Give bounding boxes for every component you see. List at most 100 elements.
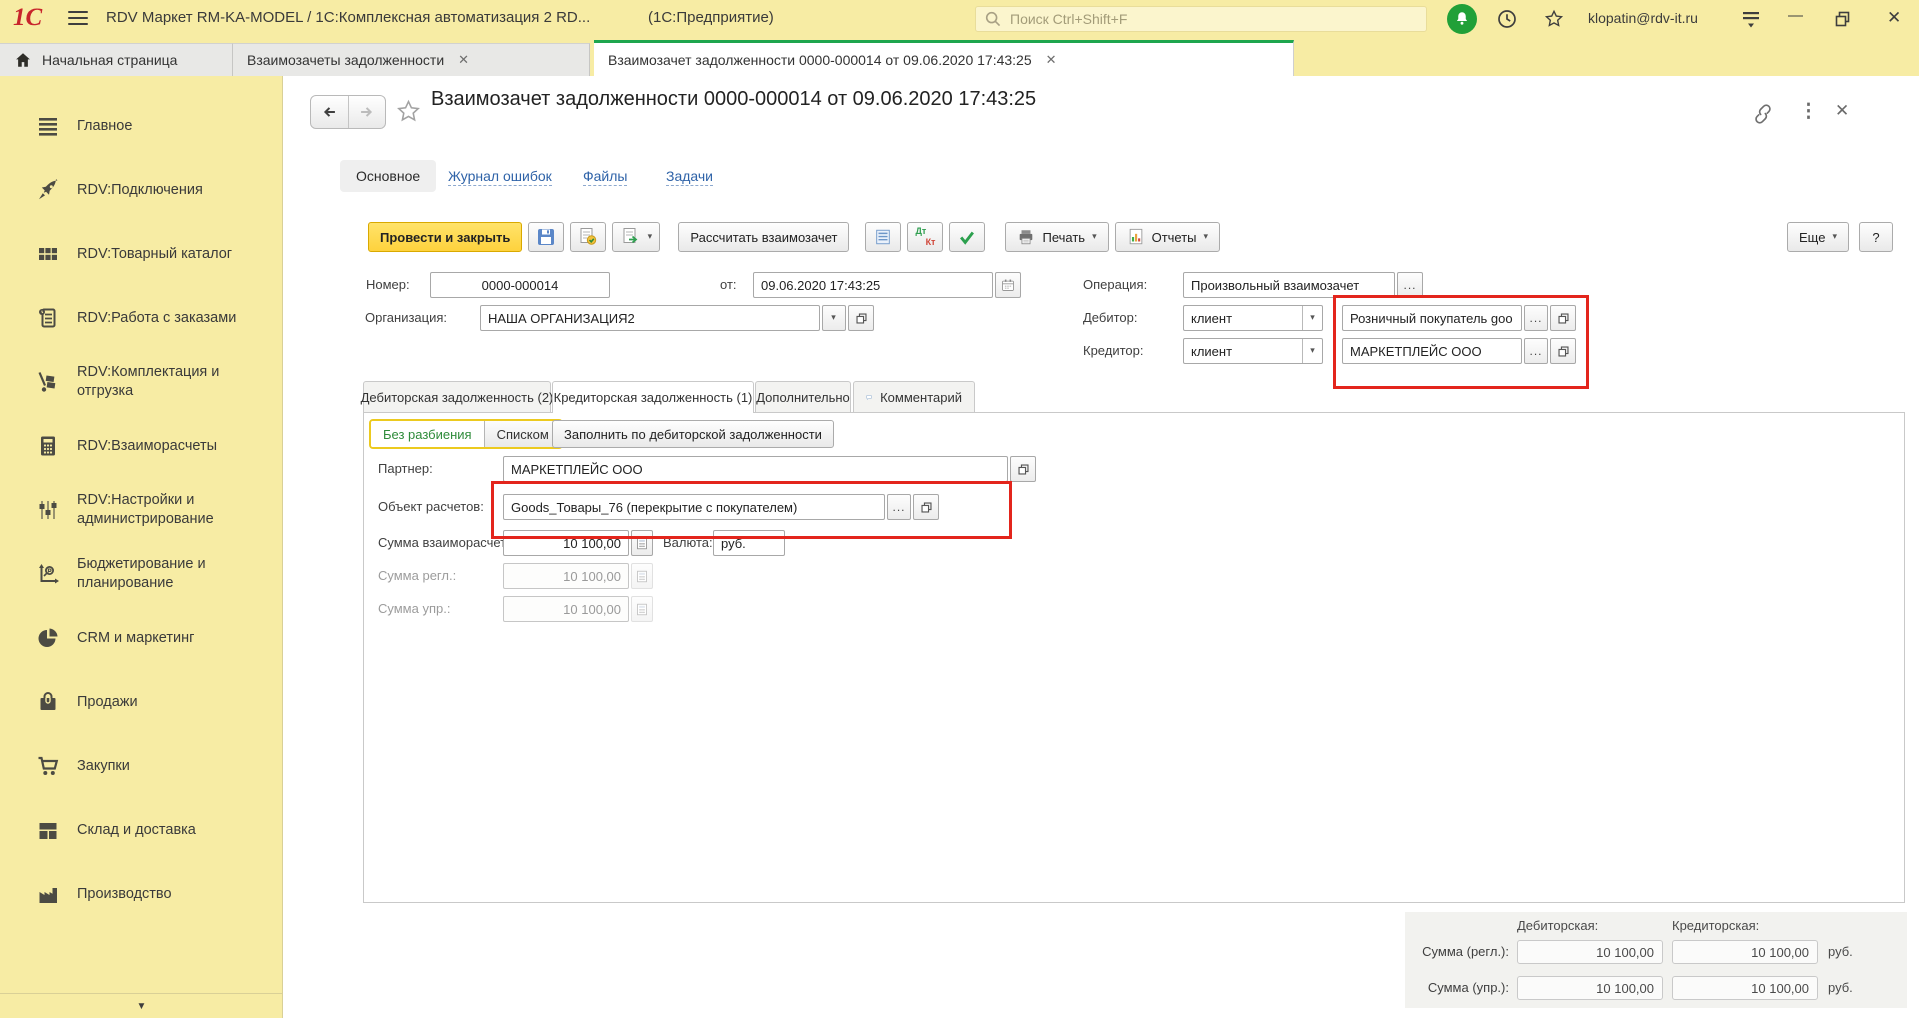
- summary-reg-receivable: 10 100,00: [1517, 940, 1663, 964]
- settlement-object-input[interactable]: Goods_Товары_76 (перекрытие с покупателе…: [503, 494, 885, 520]
- calculate-offset-button[interactable]: Рассчитать взаимозачет: [678, 222, 850, 252]
- search-input[interactable]: Поиск Ctrl+Shift+F: [975, 6, 1427, 32]
- hamburger-menu-icon[interactable]: [68, 11, 88, 28]
- organization-dropdown-button[interactable]: ▾: [822, 305, 846, 331]
- organization-input[interactable]: НАША ОРГАНИЗАЦИЯ2: [480, 305, 820, 331]
- sidebar-item-production[interactable]: Производство: [0, 862, 282, 926]
- sidebar-item-purchases[interactable]: Закупки: [0, 734, 282, 798]
- partner-label: Партнер:: [378, 461, 433, 476]
- debtor-kind-combo[interactable]: клиент ▾: [1183, 305, 1323, 331]
- number-input[interactable]: 0000-000014: [430, 272, 610, 298]
- currency-label: Валюта:: [663, 535, 713, 550]
- currency-input[interactable]: руб.: [713, 530, 785, 556]
- tab-offset-document[interactable]: Взаимозачет задолженности 0000-000014 от…: [594, 40, 1294, 76]
- document-movements-button[interactable]: Дт Кт: [907, 222, 944, 252]
- history-button[interactable]: [1496, 8, 1518, 30]
- pie-chart-icon: [36, 626, 60, 650]
- organization-open-button[interactable]: [848, 305, 874, 331]
- main-menu-button[interactable]: [1740, 9, 1762, 29]
- notifications-button[interactable]: [1447, 4, 1477, 34]
- nav-link-error-log[interactable]: Журнал ошибок: [448, 168, 552, 186]
- list-icon: [876, 229, 891, 245]
- debtor-value-input[interactable]: Розничный покупатель goo: [1342, 305, 1522, 331]
- fill-from-receivable-button[interactable]: Заполнить по дебиторской задолженности: [552, 420, 834, 448]
- creditor-value-input[interactable]: МАРКЕТПЛЕЙС ООО: [1342, 338, 1522, 364]
- sidebar-item-budgeting[interactable]: Бюджетирование и планирование: [0, 542, 282, 606]
- sidebar-item-sales[interactable]: Продажи: [0, 670, 282, 734]
- caret-down-icon: ▾: [1203, 232, 1209, 242]
- sidebar-item-label: RDV:Подключения: [77, 181, 203, 198]
- sidebar-item-rdv-catalog[interactable]: RDV:Товарный каталог: [0, 222, 282, 286]
- date-input[interactable]: 09.06.2020 17:43:25: [753, 272, 993, 298]
- sidebar-item-rdv-shipping[interactable]: RDV:Комплектация и отгрузка: [0, 350, 282, 414]
- settlement-select-button[interactable]: ...: [887, 494, 911, 520]
- creditor-select-button[interactable]: ...: [1524, 338, 1548, 364]
- tab-comment[interactable]: Комментарий: [853, 381, 975, 412]
- amount-input[interactable]: 10 100,00: [503, 530, 629, 556]
- caret-down-icon[interactable]: ▾: [1302, 339, 1322, 363]
- tab-additional[interactable]: Дополнительно: [755, 381, 851, 412]
- favorite-star-button[interactable]: [395, 98, 422, 125]
- restore-button[interactable]: [1833, 9, 1853, 29]
- sections-sidebar: Главное RDV:Подключения RDV:Товарный кат…: [0, 76, 283, 1018]
- post-options-button[interactable]: ▾: [612, 222, 661, 252]
- forward-button[interactable]: [347, 96, 386, 128]
- debtor-select-button[interactable]: ...: [1524, 305, 1548, 331]
- operation-input[interactable]: Произвольный взаимозачет: [1183, 272, 1395, 298]
- back-button[interactable]: [311, 96, 348, 128]
- close-tab-icon[interactable]: ✕: [1046, 52, 1057, 68]
- favorites-button[interactable]: [1543, 8, 1565, 30]
- summary-mgr-receivable: 10 100,00: [1517, 976, 1663, 1000]
- tab-receivable-debt[interactable]: Дебиторская задолженность (2): [361, 381, 553, 412]
- sidebar-item-rdv-settlements[interactable]: RDV:Взаиморасчеты: [0, 414, 282, 478]
- caret-down-icon[interactable]: ▾: [1302, 306, 1322, 330]
- close-form-button[interactable]: ✕: [1835, 101, 1849, 121]
- post-document-icon: [580, 228, 597, 245]
- get-link-button[interactable]: [1752, 103, 1774, 125]
- sidebar-item-warehouse[interactable]: Склад и доставка: [0, 798, 282, 862]
- tab-payable-debt[interactable]: Кредиторская задолженность (1): [552, 381, 754, 413]
- amount-calculator-button[interactable]: [631, 530, 653, 556]
- more-menu-kebab[interactable]: ⋮: [1799, 100, 1818, 123]
- sidebar-item-label: RDV:Товарный каталог: [77, 245, 233, 262]
- post-and-close-button[interactable]: Провести и закрыть: [368, 222, 523, 252]
- close-tab-icon[interactable]: ✕: [458, 52, 469, 68]
- caret-down-icon: ▾: [1832, 232, 1837, 242]
- sidebar-item-main[interactable]: Главное: [0, 94, 282, 158]
- creditor-open-button[interactable]: [1550, 338, 1576, 364]
- toggle-as-list[interactable]: Списком: [483, 421, 561, 447]
- save-button[interactable]: [528, 222, 565, 252]
- more-button[interactable]: Еще ▾: [1787, 222, 1849, 252]
- calendar-button[interactable]: [995, 272, 1021, 298]
- user-email[interactable]: klopatin@rdv-it.ru: [1588, 10, 1698, 26]
- operation-select-button[interactable]: ...: [1397, 272, 1423, 298]
- print-button[interactable]: Печать ▾: [1005, 222, 1109, 252]
- history-clock-icon: [1498, 10, 1516, 28]
- check-button[interactable]: [949, 222, 986, 252]
- post-document-button[interactable]: [570, 222, 607, 252]
- tab-offsets-list[interactable]: Взаимозачеты задолженности ✕: [233, 43, 590, 76]
- close-window-button[interactable]: ✕: [1887, 8, 1901, 28]
- partner-input[interactable]: МАРКЕТПЛЕЙС ООО: [503, 456, 1008, 482]
- sidebar-item-rdv-connections[interactable]: RDV:Подключения: [0, 158, 282, 222]
- sidebar-item-rdv-settings[interactable]: RDV:Настройки и администрирование: [0, 478, 282, 542]
- tab-label: Взаимозачеты задолженности: [247, 52, 445, 68]
- reports-button[interactable]: Отчеты ▾: [1114, 222, 1221, 252]
- help-button[interactable]: ?: [1859, 222, 1893, 252]
- open-icon: [920, 501, 932, 513]
- nav-tab-main[interactable]: Основное: [340, 160, 437, 192]
- nav-link-tasks[interactable]: Задачи: [666, 168, 714, 186]
- summary-reg-label: Сумма (регл.):: [1422, 944, 1509, 959]
- document-list-button[interactable]: [865, 222, 902, 252]
- settlement-open-button[interactable]: [913, 494, 939, 520]
- creditor-kind-combo[interactable]: клиент ▾: [1183, 338, 1323, 364]
- sidebar-item-crm[interactable]: CRM и маркетинг: [0, 606, 282, 670]
- tab-home[interactable]: Начальная страница: [0, 43, 233, 76]
- nav-link-files[interactable]: Файлы: [583, 168, 628, 186]
- debtor-open-button[interactable]: [1550, 305, 1576, 331]
- sidebar-scroll-down[interactable]: ▼: [0, 993, 283, 1018]
- minimize-button[interactable]: —: [1788, 6, 1803, 26]
- toggle-no-split[interactable]: Без разбиения: [371, 421, 484, 447]
- sidebar-item-rdv-orders[interactable]: RDV:Работа с заказами: [0, 286, 282, 350]
- partner-open-button[interactable]: [1010, 456, 1036, 482]
